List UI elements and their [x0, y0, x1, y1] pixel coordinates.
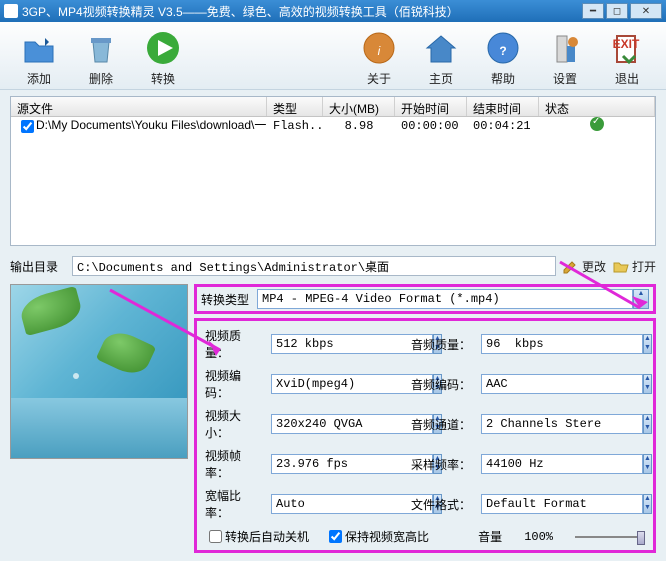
volume-value: 100%	[524, 530, 553, 544]
format-label: 转换类型	[201, 291, 257, 308]
main-toolbar: 添加 删除 转换 i 关于 主页 ? 帮助 设置 EXIT 退出	[0, 22, 666, 90]
keep-aspect-checkbox[interactable]: 保持视频宽高比	[325, 527, 429, 546]
add-button[interactable]: 添加	[8, 28, 70, 87]
maximize-button[interactable]: ◻	[606, 3, 628, 19]
col-source[interactable]: 源文件	[11, 97, 267, 116]
audio-channels-input[interactable]	[481, 414, 643, 434]
status-complete-icon	[590, 117, 604, 131]
settings-button[interactable]: 设置	[534, 28, 596, 87]
preview-image	[10, 284, 188, 459]
folder-open-icon	[612, 258, 630, 274]
change-dir-button[interactable]: 更改	[562, 258, 606, 275]
home-icon	[421, 28, 461, 68]
audio-quality-input[interactable]	[481, 334, 643, 354]
titlebar: 3GP、MP4视频转换精灵 V3.5——免费、绿色、高效的视频转换工具（佰锐科技…	[0, 0, 666, 22]
col-status[interactable]: 状态	[539, 97, 655, 116]
folder-add-icon	[19, 28, 59, 68]
video-quality-input[interactable]	[271, 334, 433, 354]
spinner[interactable]: ▲▼	[643, 374, 652, 394]
home-button[interactable]: 主页	[410, 28, 472, 87]
svg-text:EXIT: EXIT	[613, 37, 640, 51]
window-title: 3GP、MP4视频转换精灵 V3.5——免费、绿色、高效的视频转换工具（佰锐科技…	[22, 3, 580, 20]
convert-button[interactable]: 转换	[132, 28, 194, 87]
format-select[interactable]	[257, 289, 633, 309]
sample-rate-input[interactable]	[481, 454, 643, 474]
about-button[interactable]: i 关于	[348, 28, 410, 87]
auto-shutdown-checkbox[interactable]: 转换后自动关机	[205, 527, 309, 546]
file-format-input[interactable]	[481, 494, 643, 514]
trash-icon	[81, 28, 121, 68]
spinner[interactable]: ▲▼	[643, 334, 652, 354]
col-end[interactable]: 结束时间	[467, 97, 539, 116]
exit-button[interactable]: EXIT 退出	[596, 28, 658, 87]
outdir-input[interactable]	[72, 256, 556, 276]
help-button[interactable]: ? 帮助	[472, 28, 534, 87]
play-icon	[143, 28, 183, 68]
spinner[interactable]: ▲▼	[643, 454, 652, 474]
spinner[interactable]: ▲▼	[643, 414, 652, 434]
video-size-input[interactable]	[271, 414, 433, 434]
spinner[interactable]: ▲▼	[643, 494, 652, 514]
audio-codec-input[interactable]	[481, 374, 643, 394]
info-icon: i	[359, 28, 399, 68]
help-icon: ?	[483, 28, 523, 68]
minimize-button[interactable]: ━	[582, 3, 604, 19]
col-size[interactable]: 大小(MB)	[323, 97, 395, 116]
row-checkbox[interactable]	[21, 120, 34, 133]
format-spinner[interactable]: ▲▼	[633, 289, 649, 309]
parameters-panel: 视频质量： ▲▼ 音频质量： ▲▼ 视频编码： ▲▼ 音频编码： ▲▼ 视频大小…	[194, 318, 656, 553]
outdir-label: 输出目录	[10, 258, 72, 275]
open-dir-button[interactable]: 打开	[612, 258, 656, 275]
file-table: 源文件 类型 大小(MB) 开始时间 结束时间 状态 D:\My Documen…	[10, 96, 656, 246]
settings-icon	[545, 28, 585, 68]
aspect-input[interactable]	[271, 494, 433, 514]
video-fps-input[interactable]	[271, 454, 433, 474]
col-type[interactable]: 类型	[267, 97, 323, 116]
pencil-icon	[562, 258, 580, 274]
svg-text:i: i	[378, 44, 381, 58]
table-row[interactable]: D:\My Documents\Youku Files\download\一..…	[11, 117, 655, 135]
col-start[interactable]: 开始时间	[395, 97, 467, 116]
delete-button[interactable]: 删除	[70, 28, 132, 87]
volume-slider[interactable]	[575, 529, 645, 545]
video-codec-input[interactable]	[271, 374, 433, 394]
volume-label: 音量	[478, 528, 502, 545]
exit-icon: EXIT	[607, 28, 647, 68]
close-button[interactable]: ✕	[630, 3, 662, 19]
svg-text:?: ?	[499, 44, 506, 58]
